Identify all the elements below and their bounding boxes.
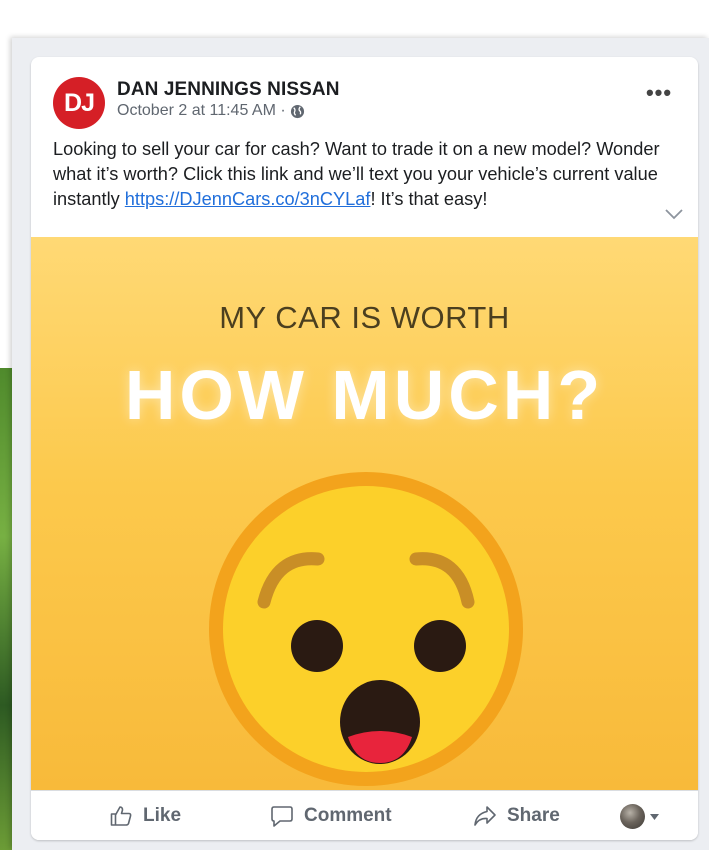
page-avatar[interactable]: DJ xyxy=(53,77,105,129)
post-text: Looking to sell your car for cash? Want … xyxy=(53,137,683,212)
profile-avatar xyxy=(620,804,645,829)
comment-button[interactable]: Comment xyxy=(270,791,392,840)
caret-down-icon xyxy=(650,813,659,820)
share-icon xyxy=(474,806,496,826)
image-headline: HOW MUCH? xyxy=(124,356,605,434)
image-subtitle: MY CAR IS WORTH xyxy=(219,300,510,335)
post-text-tail: ! It’s that easy! xyxy=(370,189,488,209)
like-button[interactable]: Like xyxy=(109,791,181,840)
comment-icon xyxy=(271,806,293,827)
page-name[interactable]: DAN JENNINGS NISSAN xyxy=(117,79,340,101)
chevron-down-icon[interactable] xyxy=(664,207,684,221)
post-image[interactable]: MY CAR IS WORTH HOW MUCH? xyxy=(31,237,698,790)
profile-selector[interactable] xyxy=(620,804,659,829)
surprised-face-emoji xyxy=(209,472,523,786)
more-icon: ••• xyxy=(645,80,673,105)
facebook-post-card: DJ DAN JENNINGS NISSAN October 2 at 11:4… xyxy=(31,57,698,840)
comment-label: Comment xyxy=(304,805,392,826)
share-button[interactable]: Share xyxy=(473,791,560,840)
globe-icon xyxy=(290,104,304,118)
like-icon xyxy=(110,806,132,826)
like-label: Like xyxy=(143,805,182,826)
action-bar: Like Comment Share xyxy=(31,790,698,840)
post-meta: October 2 at 11:45 AM · xyxy=(117,102,305,120)
avatar-initials: DJ xyxy=(64,88,95,117)
post-timestamp[interactable]: October 2 at 11:45 AM · xyxy=(117,102,286,120)
post-link[interactable]: https://DJennCars.co/3nCYLaf xyxy=(125,189,371,209)
more-options-button[interactable]: ••• xyxy=(642,80,676,105)
share-label: Share xyxy=(507,805,560,826)
